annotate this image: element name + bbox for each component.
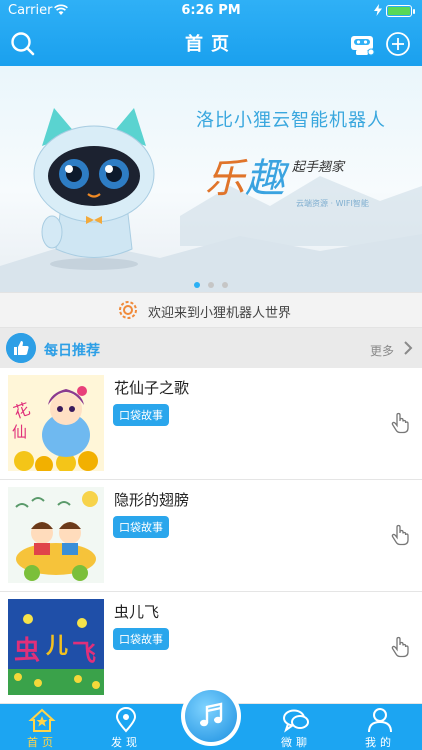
banner-slogan-char-b: 趣 <box>245 156 285 202</box>
home-icon <box>28 708 56 732</box>
top-bar: Carrier 6:26 PM 首页 <box>0 0 422 66</box>
banner-slogan-char-a: 乐 <box>205 156 245 202</box>
location-icon <box>115 707 137 733</box>
clock: 6:26 PM <box>181 3 241 18</box>
item-title: 隐形的翅膀 <box>114 491 190 509</box>
add-icon[interactable] <box>384 30 412 58</box>
chat-icon <box>283 709 309 733</box>
cover-image-fireflies: 虫 儿 飞 <box>8 599 104 695</box>
cover-image-kids-car <box>8 487 104 583</box>
tab-label: 首页 <box>27 736 57 749</box>
music-player-button[interactable] <box>181 686 241 746</box>
robot-icon[interactable] <box>348 30 376 58</box>
carousel-indicator <box>0 282 422 288</box>
battery-level <box>388 7 410 15</box>
item-title: 花仙子之歌 <box>114 379 190 397</box>
tap-hand-icon[interactable] <box>390 636 410 658</box>
music-button-face <box>185 690 237 742</box>
more-link[interactable]: 更多 <box>370 342 394 359</box>
svg-text:仙: 仙 <box>12 423 27 441</box>
thumbs-up-icon <box>6 333 36 363</box>
carousel-dot[interactable] <box>222 282 228 288</box>
robot-mascot-image <box>33 108 155 270</box>
tab-discover[interactable]: 发现 <box>84 704 168 750</box>
item-tag: 口袋故事 <box>113 404 169 426</box>
tab-home[interactable]: 首页 <box>0 704 84 750</box>
banner-slogan: 乐趣 <box>205 146 285 204</box>
welcome-strip: 欢迎来到小狸机器人世界 <box>0 292 422 328</box>
list-item[interactable]: 隐形的翅膀 口袋故事 <box>0 480 422 592</box>
banner-title: 洛比小狸云智能机器人 <box>196 110 386 131</box>
daily-recommend-header: 每日推荐 更多 <box>0 328 422 368</box>
tap-hand-icon[interactable] <box>390 412 410 434</box>
welcome-text: 欢迎来到小狸机器人世界 <box>148 306 292 321</box>
tab-label: 我的 <box>365 736 395 749</box>
tab-label: 微聊 <box>281 736 311 749</box>
app-root: Carrier 6:26 PM 首页 洛比小狸云智能机器人 乐趣 起手翘家 云端… <box>0 0 422 750</box>
user-icon <box>368 708 392 733</box>
tab-label: 发现 <box>111 736 141 749</box>
item-tag: 口袋故事 <box>113 628 169 650</box>
banner-carousel[interactable]: 洛比小狸云智能机器人 乐趣 起手翘家 云端资源 · WIFI智能 <box>0 66 422 292</box>
item-tag: 口袋故事 <box>113 516 169 538</box>
tab-me[interactable]: 我的 <box>338 704 422 750</box>
svg-text:儿: 儿 <box>45 634 68 659</box>
music-note-icon <box>200 702 223 727</box>
tab-chat[interactable]: 微聊 <box>254 704 338 750</box>
story-list: 花 仙 花仙子之歌 口袋故事 隐形的翅膀 口袋故事 虫 儿 飞 虫儿飞 口袋故事 <box>0 368 422 704</box>
flower-icon <box>119 301 137 319</box>
charging-icon <box>374 4 382 16</box>
cover-image-flower-fairy: 花 仙 <box>8 375 104 471</box>
svg-text:虫: 虫 <box>14 636 40 666</box>
svg-text:飞: 飞 <box>72 639 96 667</box>
status-bar: Carrier 6:26 PM <box>0 0 422 22</box>
battery-icon <box>386 5 415 17</box>
item-title: 虫儿飞 <box>114 603 160 621</box>
tap-hand-icon[interactable] <box>390 524 410 546</box>
list-item[interactable]: 花 仙 花仙子之歌 口袋故事 <box>0 368 422 480</box>
chevron-right-icon[interactable] <box>402 341 414 355</box>
banner-subtitle: 起手翘家 <box>292 160 345 175</box>
section-title: 每日推荐 <box>44 343 100 359</box>
carousel-dot[interactable] <box>194 282 200 288</box>
banner-tagline: 云端资源 · WIFI智能 <box>296 199 369 208</box>
carousel-dot[interactable] <box>208 282 214 288</box>
